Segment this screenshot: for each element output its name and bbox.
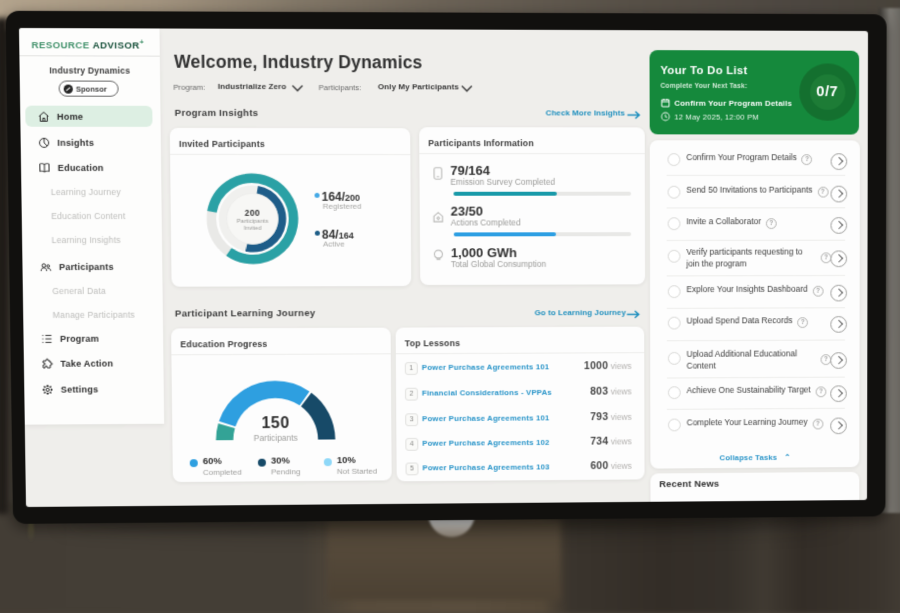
svg-text:Invited: Invited xyxy=(244,225,262,232)
svg-text:200: 200 xyxy=(244,208,260,218)
svg-text:Participants: Participants xyxy=(254,433,298,443)
svg-text:150: 150 xyxy=(261,415,289,433)
svg-text:Participants: Participants xyxy=(237,218,269,225)
